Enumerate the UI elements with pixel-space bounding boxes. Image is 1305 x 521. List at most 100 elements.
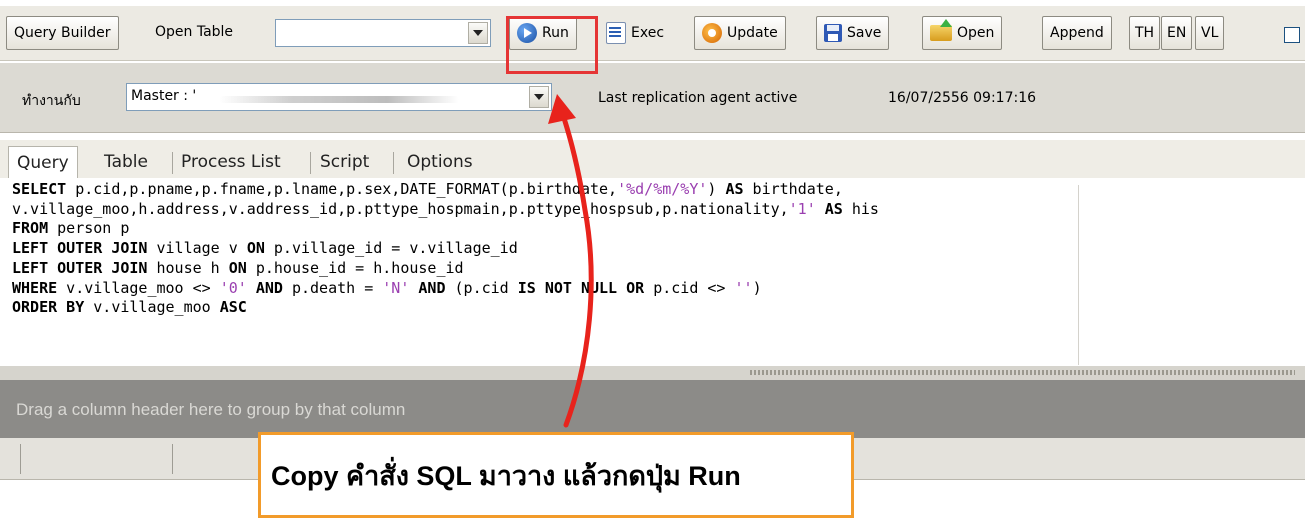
exec-script-icon — [606, 22, 626, 44]
work-with-label: ทำงานกับ — [22, 93, 81, 109]
server-value: Master : ' — [131, 88, 197, 104]
option-checkbox[interactable] — [1284, 27, 1300, 43]
tab-divider — [310, 152, 311, 174]
lang-en-button[interactable]: EN — [1161, 16, 1193, 50]
sql-token: IS NOT NULL — [517, 278, 618, 297]
chevron-down-icon[interactable] — [468, 22, 488, 44]
sql-line[interactable]: FROM person p — [12, 219, 129, 239]
sql-token: AS — [725, 180, 744, 198]
sql-editor[interactable]: SELECT p.cid,p.pname,p.fname,p.lname,p.s… — [0, 178, 1305, 368]
run-highlight-box — [506, 16, 598, 74]
group-by-panel[interactable]: Drag a column header here to group by th… — [0, 380, 1305, 438]
save-label: Save — [847, 25, 882, 41]
sql-line[interactable]: LEFT OUTER JOIN village v ON p.village_i… — [12, 239, 518, 259]
lang-vl-label: VL — [1201, 25, 1219, 41]
sql-token: '1' — [788, 199, 816, 218]
sql-token: house h — [147, 258, 229, 277]
lang-th-button[interactable]: TH — [1129, 16, 1161, 50]
grid-column-divider[interactable] — [172, 444, 173, 474]
open-label: Open — [957, 25, 995, 41]
sql-line[interactable]: SELECT p.cid,p.pname,p.fname,p.lname,p.s… — [12, 180, 843, 200]
sql-token: v.village_moo,h.address,v.address_id,p.p… — [12, 199, 789, 218]
sql-token: WHERE — [12, 278, 58, 297]
exec-button[interactable]: Exec — [598, 16, 672, 50]
group-by-hint: Drag a column header here to group by th… — [16, 400, 406, 419]
instruction-callout: Copy คำสั่ง SQL มาวาง แล้วกดปุ่ม Run — [258, 432, 854, 518]
chevron-down-icon[interactable] — [529, 86, 549, 108]
lang-th-label: TH — [1135, 25, 1155, 41]
sql-token: '%d/%m/%Y' — [617, 180, 708, 198]
sql-line[interactable]: WHERE v.village_moo <> '0' AND p.death =… — [12, 279, 762, 299]
sql-token: LEFT OUTER JOIN — [12, 239, 148, 258]
tab-script[interactable]: Script — [312, 146, 377, 178]
sql-token: village v — [147, 239, 247, 258]
append-label: Append — [1050, 25, 1104, 41]
sql-token: p.village_id = v.village_id — [264, 239, 518, 258]
sql-token: p.cid <> — [644, 278, 735, 297]
tab-query[interactable]: Query — [8, 146, 78, 179]
sql-line[interactable]: ORDER BY v.village_moo ASC — [12, 298, 247, 318]
sql-token: ASC — [219, 298, 247, 317]
main-toolbar: Query Builder Open Table Run Exec Update… — [0, 6, 1305, 61]
sql-token: p.cid,p.pname,p.fname,p.lname,p.sex,DATE… — [66, 180, 618, 198]
query-builder-button[interactable]: Query Builder — [6, 16, 119, 50]
tab-divider — [393, 152, 394, 174]
floppy-disk-icon — [824, 24, 842, 42]
sql-token: AS — [824, 199, 843, 218]
sql-token: ORDER BY — [12, 298, 85, 317]
lang-en-label: EN — [1167, 25, 1187, 41]
sql-line[interactable]: LEFT OUTER JOIN house h ON p.house_id = … — [12, 259, 464, 279]
sql-token: AND — [255, 278, 283, 297]
sql-token: ) — [752, 278, 762, 297]
open-table-select[interactable] — [275, 19, 491, 47]
sql-token: v.village_moo <> — [57, 278, 220, 297]
replication-timestamp: 16/07/2556 09:17:16 — [888, 90, 1037, 106]
editor-margin-line — [1078, 185, 1079, 365]
splitter-grip[interactable] — [750, 370, 1295, 375]
lang-vl-button[interactable]: VL — [1195, 16, 1225, 50]
sql-line[interactable]: v.village_moo,h.address,v.address_id,p.p… — [12, 200, 879, 220]
append-button[interactable]: Append — [1042, 16, 1112, 50]
sql-token: SELECT — [12, 180, 67, 198]
connection-bar: ทำงานกับ Master : ' Last replication age… — [0, 63, 1305, 133]
sql-token: 'N' — [382, 278, 410, 297]
editor-tabs: Query Table Process List Script Options — [0, 140, 1305, 179]
replication-status: Last replication agent active — [598, 90, 798, 106]
open-table-label: Open Table — [155, 24, 234, 40]
instruction-text: Copy คำสั่ง SQL มาวาง แล้วกดปุ่ม Run — [271, 460, 741, 491]
sql-token: ) — [707, 180, 726, 198]
sql-token: birthdate, — [743, 180, 843, 198]
sql-token: (p.cid — [445, 278, 518, 297]
sql-token: his — [842, 199, 879, 218]
sql-token: p.house_id = h.house_id — [246, 258, 464, 277]
sql-token: LEFT OUTER JOIN — [12, 258, 148, 277]
sql-token: p.death = — [282, 278, 383, 297]
sql-token: person p — [48, 219, 130, 238]
query-builder-label: Query Builder — [14, 25, 111, 41]
update-icon — [702, 23, 722, 43]
sql-token: ON — [246, 239, 265, 258]
tab-process-list[interactable]: Process List — [173, 146, 289, 178]
server-select[interactable]: Master : ' — [126, 83, 552, 111]
sql-token: '0' — [219, 278, 247, 297]
open-folder-icon — [930, 19, 952, 41]
save-button[interactable]: Save — [816, 16, 890, 50]
sql-token: OR — [626, 278, 645, 297]
update-label: Update — [727, 25, 778, 41]
sql-token: v.village_moo — [84, 298, 220, 317]
sql-token: '' — [734, 278, 753, 297]
update-button[interactable]: Update — [694, 16, 786, 50]
sql-token: FROM — [12, 219, 49, 238]
sql-token: ON — [228, 258, 247, 277]
sql-token: AND — [418, 278, 446, 297]
exec-label: Exec — [631, 25, 665, 41]
tab-table[interactable]: Table — [96, 146, 156, 178]
grid-column-divider[interactable] — [20, 444, 21, 474]
splitter[interactable] — [0, 366, 1305, 380]
redacted-server-name — [219, 96, 459, 103]
open-button[interactable]: Open — [922, 16, 1003, 50]
tab-options[interactable]: Options — [399, 146, 481, 178]
